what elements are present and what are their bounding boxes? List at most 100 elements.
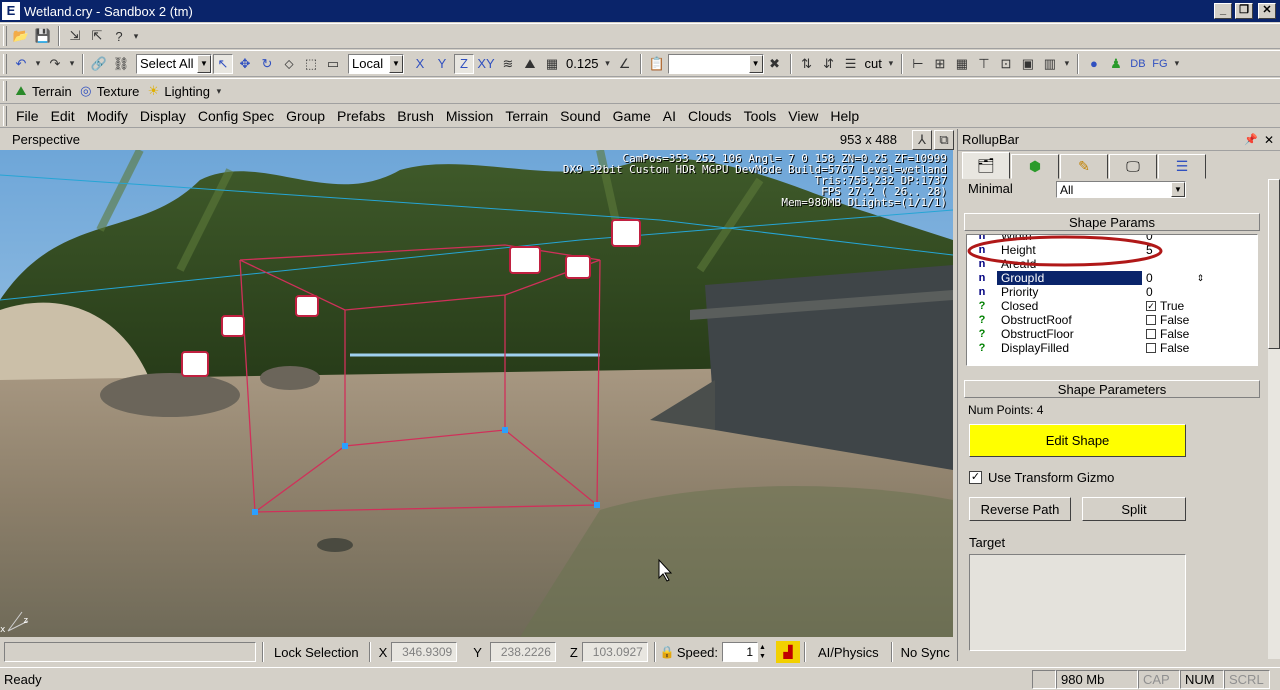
- y-coordinate-field[interactable]: 238.2226: [489, 642, 556, 662]
- lock-selection-button[interactable]: Lock Selection: [274, 645, 359, 660]
- toolbar-overflow-icon[interactable]: ▾: [131, 26, 141, 46]
- obstructfloor-checkbox[interactable]: [1146, 329, 1156, 339]
- open-icon[interactable]: 📂: [11, 26, 31, 46]
- axis-gizmo-icon[interactable]: ⅄: [912, 129, 932, 150]
- close-button[interactable]: ✕: [1258, 3, 1276, 19]
- group-icon[interactable]: ⊡: [996, 54, 1016, 74]
- prop-row-closed[interactable]: ? Closed ✓ True: [967, 299, 1257, 313]
- layer-in-icon[interactable]: ⇅: [797, 54, 817, 74]
- snap-icon[interactable]: ▭: [323, 54, 343, 74]
- z-coordinate-field[interactable]: 103.0927: [581, 642, 648, 662]
- link-icon[interactable]: 🔗: [89, 54, 109, 74]
- toolbar-overflow-icon[interactable]: ▾: [214, 81, 224, 101]
- fg-button[interactable]: FG: [1150, 54, 1170, 74]
- layer-out-icon[interactable]: ⇵: [819, 54, 839, 74]
- menu-view[interactable]: View: [782, 108, 824, 124]
- select-combo[interactable]: Select All ▼: [136, 53, 212, 74]
- rollup-close-icon[interactable]: ✕: [1264, 133, 1274, 147]
- speed-spinner[interactable]: ▲ ▼: [759, 643, 766, 661]
- redo-icon[interactable]: ↷: [45, 54, 65, 74]
- select-arrow-icon[interactable]: ↖: [213, 53, 233, 74]
- move-icon[interactable]: ✥: [235, 54, 255, 74]
- menu-mission[interactable]: Mission: [440, 108, 499, 124]
- terrain-follow-icon[interactable]: ▟: [775, 641, 800, 663]
- viewport-3d[interactable]: x z CamPos=353 252 106 Angl= 7 0 158 ZN=…: [0, 150, 953, 637]
- menu-brush[interactable]: Brush: [391, 108, 440, 124]
- use-transform-gizmo-checkbox[interactable]: ✓: [969, 471, 982, 484]
- menu-game[interactable]: Game: [607, 108, 657, 124]
- edit-shape-button[interactable]: Edit Shape: [969, 424, 1186, 457]
- toolbar-overflow-icon[interactable]: ▾: [1172, 54, 1182, 74]
- menu-ai[interactable]: AI: [657, 108, 682, 124]
- menu-help[interactable]: Help: [824, 108, 865, 124]
- delete-selection-icon[interactable]: ✖: [765, 54, 785, 74]
- texture-button[interactable]: Texture: [97, 84, 140, 99]
- menu-clouds[interactable]: Clouds: [682, 108, 738, 124]
- menu-terrain[interactable]: Terrain: [499, 108, 554, 124]
- menu-file[interactable]: File: [10, 108, 45, 124]
- displayfilled-checkbox[interactable]: [1146, 343, 1156, 353]
- restore-button[interactable]: ❐: [1235, 3, 1253, 19]
- select-rect-icon[interactable]: ⬚: [301, 54, 321, 74]
- align-left-icon[interactable]: ⊢: [908, 54, 928, 74]
- reverse-path-button[interactable]: Reverse Path: [969, 497, 1071, 521]
- obstructroof-checkbox[interactable]: [1146, 315, 1156, 325]
- lock-icon[interactable]: 🔒: [660, 645, 675, 659]
- toolbar-overflow-icon[interactable]: ▾: [1062, 54, 1072, 74]
- menu-group[interactable]: Group: [280, 108, 331, 124]
- unlink-icon[interactable]: ⛓: [111, 54, 131, 74]
- tab-layers[interactable]: ☰: [1158, 154, 1206, 179]
- tab-display[interactable]: 🖵: [1109, 154, 1157, 179]
- angle-snap-icon[interactable]: ∠: [615, 54, 635, 74]
- menu-config-spec[interactable]: Config Spec: [192, 108, 280, 124]
- undo-icon[interactable]: ↶: [11, 54, 31, 74]
- book-icon[interactable]: ▥: [1040, 54, 1060, 74]
- closed-checkbox[interactable]: ✓: [1146, 301, 1156, 311]
- x-coordinate-field[interactable]: 346.9309: [391, 642, 458, 662]
- shape-params-header[interactable]: Shape Params: [964, 213, 1260, 231]
- minimize-button[interactable]: _: [1214, 3, 1232, 19]
- menu-edit[interactable]: Edit: [45, 108, 81, 124]
- layer-dropdown-icon[interactable]: ▾: [886, 54, 896, 74]
- notes-icon[interactable]: 📋: [647, 54, 667, 74]
- menu-display[interactable]: Display: [134, 108, 192, 124]
- menu-sound[interactable]: Sound: [554, 108, 606, 124]
- scene-render[interactable]: x z: [0, 150, 953, 637]
- pin-icon[interactable]: 📌: [1244, 133, 1258, 146]
- property-grid[interactable]: n Width 0 n Height 5 n AreaId n GroupId 0 ⇕ n Pri…: [966, 234, 1258, 366]
- prop-row-obstructroof[interactable]: ? ObstructRoof False: [967, 313, 1257, 327]
- viewport-name[interactable]: Perspective: [12, 132, 80, 147]
- named-selection-combo[interactable]: ▼: [667, 53, 764, 74]
- maximize-viewport-icon[interactable]: ⧉: [934, 129, 954, 150]
- redo-dropdown-icon[interactable]: ▾: [67, 54, 77, 74]
- undo-dropdown-icon[interactable]: ▾: [33, 54, 43, 74]
- save-icon[interactable]: 💾: [33, 26, 53, 46]
- prop-row-priority[interactable]: n Priority 0: [967, 285, 1257, 299]
- tab-objects[interactable]: 🗂: [962, 152, 1010, 179]
- terrain-button[interactable]: Terrain: [32, 84, 72, 99]
- shape-parameters-header[interactable]: Shape Parameters: [964, 380, 1260, 398]
- target-list[interactable]: [969, 554, 1186, 651]
- layer-label[interactable]: cut: [865, 56, 882, 71]
- menu-prefabs[interactable]: Prefabs: [331, 108, 391, 124]
- axis-y-button[interactable]: Y: [432, 54, 452, 74]
- tab-modify[interactable]: ✎: [1060, 154, 1108, 179]
- import-icon[interactable]: ⇱: [87, 26, 107, 46]
- ai-physics-button[interactable]: AI/Physics: [818, 645, 879, 660]
- rotate-icon[interactable]: ↻: [257, 54, 277, 74]
- help-icon[interactable]: ?: [109, 26, 129, 46]
- coord-system-combo[interactable]: Local ▼: [348, 53, 404, 74]
- no-sync-button[interactable]: No Sync: [901, 645, 950, 660]
- lighting-button[interactable]: Lighting: [164, 84, 210, 99]
- prop-row-displayfilled[interactable]: ? DisplayFilled False: [967, 341, 1257, 355]
- globe-icon[interactable]: ●: [1084, 54, 1104, 74]
- tab-terrain[interactable]: ⬢: [1011, 154, 1059, 179]
- prop-row-obstructfloor[interactable]: ? ObstructFloor False: [967, 327, 1257, 341]
- export-icon[interactable]: ⇲: [65, 26, 85, 46]
- filter-combo[interactable]: All ▼: [1056, 181, 1186, 198]
- character-icon[interactable]: ♟: [1106, 54, 1126, 74]
- rollup-scrollbar[interactable]: [1268, 179, 1280, 659]
- axis-x-button[interactable]: X: [410, 54, 430, 74]
- split-button[interactable]: Split: [1082, 497, 1186, 521]
- db-button[interactable]: DB: [1128, 54, 1148, 74]
